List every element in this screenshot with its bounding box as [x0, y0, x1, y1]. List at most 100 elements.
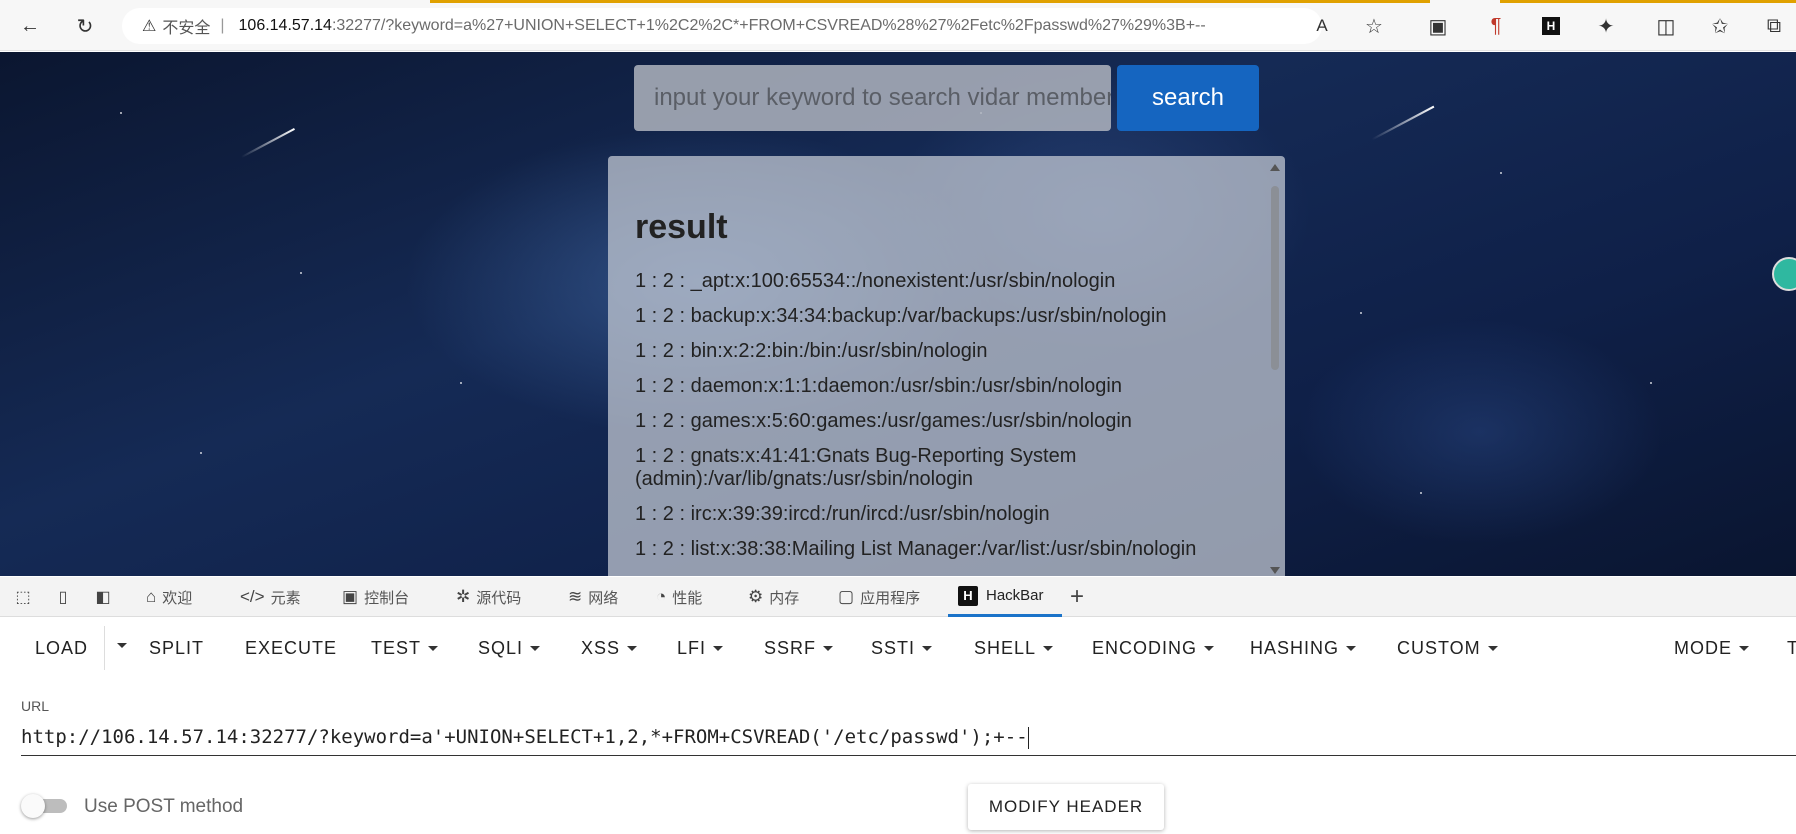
- url-rest: :32277/?keyword=a%27+UNION+SELECT+1%2C2%…: [331, 17, 1206, 34]
- chevron-down-icon: [530, 646, 541, 651]
- ssti-menu[interactable]: SSTI: [871, 638, 933, 659]
- split-button[interactable]: SPLIT: [149, 638, 204, 659]
- ssrf-menu[interactable]: SSRF: [764, 638, 834, 659]
- split-screen-icon[interactable]: ◫: [1652, 12, 1680, 40]
- tab-label: 内存: [769, 589, 800, 607]
- xss-menu[interactable]: XSS: [581, 638, 638, 659]
- menu-label: CUSTOM: [1397, 638, 1481, 658]
- hackbar-extension-icon[interactable]: H: [1537, 12, 1565, 40]
- tab-network[interactable]: ≋ 网络: [568, 577, 618, 617]
- tab-memory[interactable]: ⚙ 内存: [748, 577, 799, 617]
- page-viewport: search result 1 : 2 : _apt:x:100:65534::…: [0, 52, 1796, 576]
- menu-label: LFI: [677, 638, 707, 658]
- star: [1500, 172, 1502, 174]
- tab-hackbar[interactable]: H HackBar: [948, 577, 1062, 617]
- hashing-menu[interactable]: HASHING: [1250, 638, 1357, 659]
- menu-label: SQLI: [478, 638, 524, 658]
- url-host: 106.14.57.14: [238, 17, 332, 34]
- loading-indicator: [430, 0, 1430, 3]
- chevron-down-icon: [1204, 646, 1215, 651]
- tab-label: HackBar: [986, 587, 1044, 604]
- result-scrollbar[interactable]: [1268, 164, 1282, 574]
- chevron-down-icon: [823, 646, 834, 651]
- result-panel[interactable]: result 1 : 2 : _apt:x:100:65534::/nonexi…: [608, 156, 1285, 576]
- code-icon: </>: [240, 587, 265, 606]
- search-button[interactable]: search: [1117, 65, 1259, 131]
- tab-label: 元素: [270, 589, 301, 607]
- collections-icon[interactable]: ▣: [1424, 12, 1452, 40]
- add-tab-icon[interactable]: +: [1070, 583, 1084, 611]
- app-icon: ▢: [838, 587, 855, 606]
- tab-application[interactable]: ▢ 应用程序: [838, 577, 920, 617]
- tab-performance[interactable]: ◔ 性能: [656, 577, 702, 617]
- paragraph-extension-icon[interactable]: ¶: [1482, 12, 1510, 40]
- chevron-down-icon: [713, 646, 724, 651]
- search-input[interactable]: [634, 65, 1111, 131]
- result-row: 1 : 2 : backup:x:34:34:backup:/var/backu…: [635, 305, 1167, 327]
- star: [460, 382, 462, 384]
- star: [300, 272, 302, 274]
- menu-label: HASHING: [1250, 638, 1340, 658]
- result-row: 1 : 2 : daemon:x:1:1:daemon:/usr/sbin:/u…: [635, 375, 1122, 397]
- chevron-down-icon: [1043, 646, 1054, 651]
- result-title: result: [635, 208, 728, 246]
- load-divider: [104, 626, 105, 670]
- execute-button[interactable]: EXECUTE: [245, 638, 337, 659]
- favorites-icon[interactable]: ✩: [1706, 12, 1734, 40]
- test-menu[interactable]: TEST: [371, 638, 439, 659]
- meteor: [1371, 105, 1435, 141]
- bug-icon: ✲: [456, 587, 471, 606]
- star: [120, 112, 122, 114]
- post-method-toggle[interactable]: [21, 794, 69, 818]
- inspect-element-icon[interactable]: ⬚: [12, 587, 34, 607]
- console-icon: ▣: [342, 587, 359, 606]
- menu-label: TEST: [371, 638, 422, 658]
- device-emulation-icon[interactable]: ▯: [52, 587, 74, 607]
- tab-label: 性能: [672, 589, 703, 607]
- url-label: URL: [21, 698, 50, 714]
- address-bar[interactable]: ⚠ 不安全 | 106.14.57.14:32277/?keyword=a%27…: [122, 8, 1322, 44]
- load-button[interactable]: LOAD: [35, 638, 88, 659]
- browser-toolbar: ← ↻ ⚠ 不安全 | 106.14.57.14:32277/?keyword=…: [0, 0, 1796, 51]
- home-icon: ⌂: [146, 587, 157, 606]
- sqli-menu[interactable]: SQLI: [478, 638, 541, 659]
- read-aloud-icon[interactable]: A: [1308, 12, 1336, 40]
- shell-menu[interactable]: SHELL: [974, 638, 1054, 659]
- load-dropdown-toggle[interactable]: [110, 643, 127, 648]
- floating-widget-icon[interactable]: [1772, 257, 1796, 291]
- result-list: 1 : 2 : _apt:x:100:65534::/nonexistent:/…: [635, 270, 1245, 573]
- scroll-thumb[interactable]: [1271, 186, 1279, 370]
- url-value: http://106.14.57.14:32277/?keyword=a'+UN…: [21, 726, 1028, 748]
- refresh-icon[interactable]: ↻: [71, 12, 99, 40]
- favorite-star-icon[interactable]: ☆: [1360, 12, 1388, 40]
- loading-indicator-2: [1500, 0, 1796, 3]
- result-row: 1 : 2 : games:x:5:60:games:/usr/games:/u…: [635, 410, 1132, 432]
- chevron-down-icon: [922, 646, 933, 651]
- back-arrow-icon[interactable]: ←: [16, 12, 44, 40]
- encoding-menu[interactable]: ENCODING: [1092, 638, 1215, 659]
- tab-elements[interactable]: </> 元素: [240, 577, 301, 617]
- custom-menu[interactable]: CUSTOM: [1397, 638, 1498, 659]
- extensions-puzzle-icon[interactable]: ✦: [1592, 12, 1620, 40]
- menu-label: SSTI: [871, 638, 916, 658]
- tab-welcome[interactable]: ⌂ 欢迎: [146, 577, 192, 617]
- modify-header-button[interactable]: MODIFY HEADER: [968, 784, 1164, 830]
- tab-sources[interactable]: ✲ 源代码: [456, 577, 521, 617]
- insecure-label: 不安全: [162, 20, 211, 37]
- result-row: 1 : 2 : list:x:38:38:Mailing List Manage…: [635, 538, 1197, 560]
- scroll-down-icon[interactable]: [1270, 567, 1280, 574]
- collections-add-icon[interactable]: ⧉: [1760, 12, 1788, 40]
- lfi-menu[interactable]: LFI: [677, 638, 724, 659]
- tab-label: 控制台: [364, 589, 410, 607]
- scroll-up-icon[interactable]: [1270, 164, 1280, 171]
- mode-menu[interactable]: MODE: [1674, 638, 1749, 659]
- star: [1650, 382, 1652, 384]
- devtools-tab-strip: ⬚ ▯ ◧ ⌂ 欢迎 </> 元素 ▣ 控制台 ✲ 源代码 ≋ 网络 ◔ 性能 ⚙ 内存 ▢ 应…: [0, 577, 1796, 617]
- url-textarea[interactable]: http://106.14.57.14:32277/?keyword=a'+UN…: [21, 724, 1796, 756]
- overflow-menu[interactable]: T: [1787, 638, 1796, 659]
- menu-label: SSRF: [764, 638, 817, 658]
- toggle-knob: [21, 794, 45, 818]
- tab-label: 源代码: [476, 589, 522, 607]
- dock-panel-icon[interactable]: ◧: [92, 587, 114, 607]
- tab-console[interactable]: ▣ 控制台: [342, 577, 409, 617]
